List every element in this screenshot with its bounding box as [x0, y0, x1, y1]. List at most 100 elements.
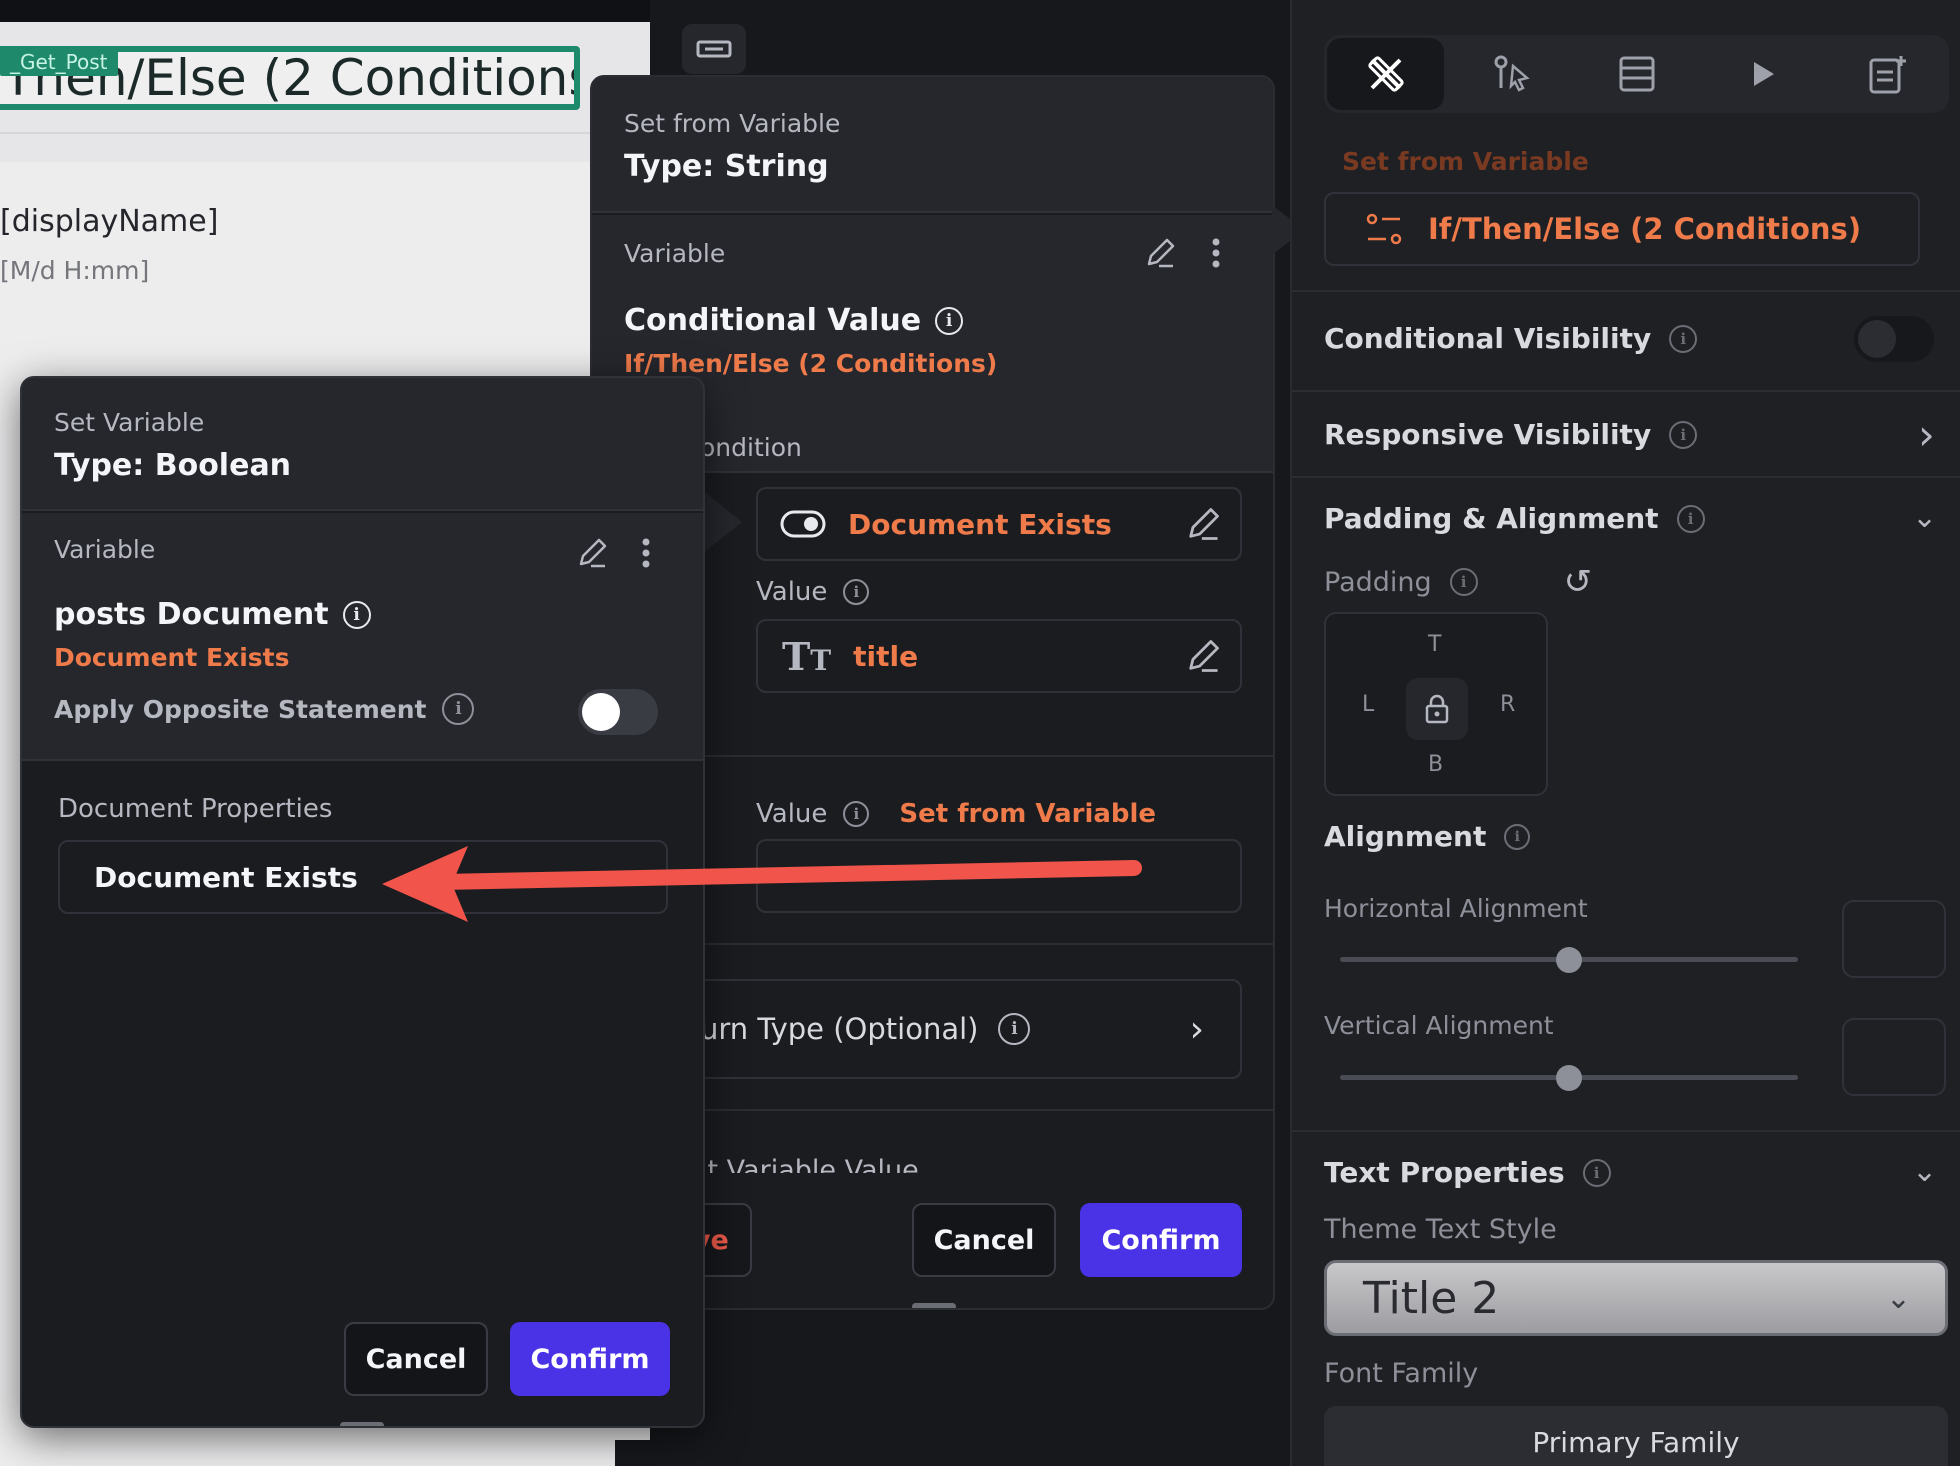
properties-tab[interactable]	[1327, 38, 1445, 110]
panel-b-title: Type: String	[624, 149, 829, 184]
font-family-dropdown[interactable]: Primary Family	[1324, 1406, 1948, 1466]
canvas-divider	[0, 132, 650, 134]
padding-box[interactable]: T L R B	[1324, 612, 1548, 796]
panel-b-variable-name: Conditional Value	[624, 303, 922, 338]
keyboard-icon	[696, 40, 732, 58]
info-icon[interactable]: i	[1582, 1158, 1611, 1187]
conditional-visibility-toggle[interactable]	[1854, 316, 1934, 362]
toggle-type-icon	[780, 510, 826, 538]
source-value-field[interactable]: If/Then/Else (2 Conditions)	[1324, 192, 1920, 266]
theme-text-style-value: Title 2	[1363, 1272, 1500, 1324]
padding-top-label[interactable]: T	[1428, 632, 1441, 657]
theme-text-style-dropdown[interactable]: Title 2 ⌄	[1324, 1260, 1948, 1336]
panel-b-header: Set from Variable Type: String	[592, 77, 1273, 213]
kebab-menu-icon	[642, 538, 650, 568]
preview-icon	[1753, 62, 1774, 86]
drag-handle-bottom[interactable]	[340, 1422, 384, 1426]
edit-variable-button[interactable]	[572, 533, 612, 573]
horizontal-alignment-label: Horizontal Alignment	[1324, 894, 1588, 923]
info-icon[interactable]: i	[1669, 324, 1698, 353]
padding-label: Padding	[1324, 566, 1432, 598]
confirm-button[interactable]: Confirm	[1080, 1203, 1242, 1277]
kebab-menu-icon	[1212, 238, 1220, 268]
condition-field[interactable]: Document Exists	[756, 487, 1242, 561]
panel-b-variable-source[interactable]: If/Then/Else (2 Conditions)	[624, 349, 997, 378]
cancel-button-label: Cancel	[933, 1224, 1035, 1256]
display-name-text[interactable]: [displayName]	[0, 204, 218, 239]
panel-a-variable-section: Variable posts Document i Document Exist…	[22, 513, 703, 761]
pencil-icon	[579, 538, 607, 568]
actions-icon	[1494, 55, 1530, 92]
notes-tab[interactable]	[1829, 38, 1946, 110]
panel-a-variable-source[interactable]: Document Exists	[54, 643, 290, 672]
section-divider	[1292, 290, 1960, 292]
section-divider	[1292, 476, 1960, 478]
theme-text-style-label: Theme Text Style	[1324, 1214, 1557, 1245]
info-icon[interactable]: i	[442, 693, 475, 725]
reset-icon[interactable]: ↺	[1564, 562, 1593, 602]
panel-a-variable-name: posts Document	[54, 597, 329, 632]
vertical-alignment-thumb[interactable]	[1556, 1065, 1582, 1091]
panel-b-overline: Set from Variable	[624, 109, 841, 138]
info-icon[interactable]: i	[1504, 823, 1531, 850]
info-icon[interactable]: i	[935, 306, 964, 335]
value-text: title	[853, 639, 919, 673]
document-properties-value: Document Exists	[94, 860, 358, 894]
info-icon[interactable]: i	[843, 579, 870, 605]
cancel-button[interactable]: Cancel	[344, 1322, 488, 1396]
date-format-text[interactable]: [M/d H:mm]	[0, 256, 149, 285]
default-value-label: lt Variable Value	[700, 1155, 919, 1173]
panel-a-overline: Set Variable	[54, 408, 205, 437]
responsive-visibility-row[interactable]: Responsive Visibility i	[1324, 418, 1698, 451]
actions-tab[interactable]	[1452, 38, 1569, 110]
info-icon[interactable]: i	[342, 600, 371, 629]
horizontal-alignment-thumb[interactable]	[1556, 947, 1582, 973]
chevron-down-icon[interactable]: ⌄	[1912, 1154, 1937, 1189]
vertical-alignment-label: Vertical Alignment	[1324, 1011, 1554, 1040]
horizontal-alignment-preview[interactable]	[1842, 900, 1946, 978]
info-icon[interactable]: i	[1676, 504, 1705, 533]
vertical-alignment-preview[interactable]	[1842, 1018, 1946, 1096]
opposite-statement-toggle[interactable]	[578, 689, 658, 735]
font-family-value: Primary Family	[1532, 1425, 1740, 1459]
cancel-button[interactable]: Cancel	[912, 1203, 1056, 1277]
source-value: If/Then/Else (2 Conditions)	[1428, 212, 1862, 246]
panel-a-pointer	[702, 490, 742, 554]
padding-right-label[interactable]: R	[1500, 692, 1515, 717]
padding-lock-button[interactable]	[1406, 678, 1468, 740]
font-family-label: Font Family	[1324, 1358, 1479, 1389]
info-icon[interactable]: i	[998, 1013, 1031, 1045]
drag-handle-bottom[interactable]	[912, 1303, 956, 1308]
preview-tab[interactable]	[1703, 38, 1820, 110]
properties-tabbar	[1324, 35, 1949, 113]
toggle-knob	[1858, 320, 1896, 358]
return-type-row[interactable]: urn Type (Optional) i ›	[632, 979, 1242, 1079]
text-type-icon: TT	[782, 633, 832, 679]
value-source-2[interactable]: Set from Variable	[899, 799, 1156, 829]
widget-toggle-button[interactable]	[682, 24, 746, 74]
chevron-right-icon: ›	[1189, 1008, 1204, 1050]
section-divider	[1292, 390, 1960, 392]
backend-query-tab[interactable]	[1578, 38, 1695, 110]
conditional-icon	[1366, 213, 1402, 245]
panel-a-header: Set Variable Type: Boolean	[22, 378, 703, 511]
info-icon[interactable]: i	[843, 801, 870, 827]
padding-left-label[interactable]: L	[1362, 692, 1374, 717]
canvas-topbar	[0, 0, 650, 22]
chevron-right-icon[interactable]: ›	[1918, 410, 1935, 459]
return-type-label: urn Type (Optional)	[700, 1012, 979, 1046]
value-field[interactable]: TT title	[756, 619, 1242, 693]
info-icon[interactable]: i	[1669, 420, 1698, 449]
more-options-button[interactable]	[1196, 233, 1236, 273]
panel-b-variable-label: Variable	[624, 239, 726, 268]
lock-icon	[1425, 694, 1449, 724]
edit-variable-button[interactable]	[1140, 233, 1180, 273]
info-icon[interactable]: i	[1449, 568, 1478, 596]
more-options-button[interactable]	[626, 533, 666, 573]
pencil-icon[interactable]	[1184, 505, 1222, 543]
padding-bottom-label[interactable]: B	[1428, 752, 1443, 777]
value-label-2: Value	[756, 799, 828, 829]
confirm-button[interactable]: Confirm	[510, 1322, 670, 1396]
chevron-down-icon[interactable]: ⌄	[1912, 500, 1937, 535]
pencil-icon[interactable]	[1184, 637, 1222, 675]
